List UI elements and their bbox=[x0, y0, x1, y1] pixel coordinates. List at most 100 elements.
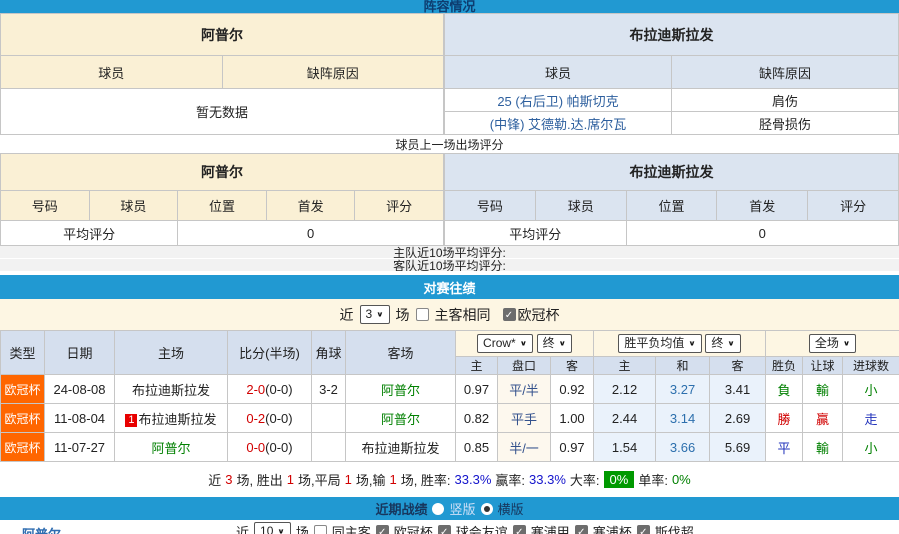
col-corner: 角球 bbox=[312, 331, 346, 375]
big-rate-badge: 0% bbox=[604, 471, 635, 488]
odds-company-select[interactable]: Crow* ∨ bbox=[477, 334, 533, 353]
summary-text: 场, 胜出 bbox=[237, 470, 283, 489]
summary-text: 单率: bbox=[638, 470, 668, 489]
handicap: 半/一 bbox=[498, 433, 551, 462]
match-date: 24-08-08 bbox=[45, 375, 115, 404]
scope-select[interactable]: 全场 ∨ bbox=[809, 334, 856, 353]
handicap: 平/半 bbox=[498, 375, 551, 404]
col-score: 比分(半场) bbox=[228, 331, 312, 375]
horizontal-label[interactable]: 横版 bbox=[498, 499, 524, 518]
rating-section-title: 球员上一场出场评分 bbox=[0, 135, 899, 153]
chevron-down-icon: ∨ bbox=[727, 338, 734, 350]
home-team[interactable]: 1布拉迪斯拉发 bbox=[115, 404, 228, 433]
col-number: 号码 bbox=[1, 191, 90, 221]
recent-section-title: 近期战绩 bbox=[375, 499, 427, 518]
odds-away: 1.00 bbox=[551, 404, 594, 433]
avg-draw: 3.27 bbox=[656, 375, 710, 404]
chevron-down-icon: ∨ bbox=[843, 338, 850, 350]
away-team-name: 布拉迪斯拉发 bbox=[445, 14, 899, 56]
avg-stage-select[interactable]: 终 ∨ bbox=[705, 334, 740, 353]
col-avg-draw: 和 bbox=[656, 357, 710, 375]
competition-label[interactable]: 塞浦杯 bbox=[593, 522, 632, 534]
lineup-away-table: 布拉迪斯拉发 球员 缺阵原因 25 (右后卫) 帕斯切克 肩伤 (中锋) 艾德勒… bbox=[444, 13, 899, 135]
corner-score bbox=[312, 404, 346, 433]
summary-text: 赢率: bbox=[495, 470, 525, 489]
same-venue-checkbox[interactable] bbox=[416, 308, 429, 321]
competition-label[interactable]: 斯伐超 bbox=[655, 522, 694, 534]
lineup-section-bar: 阵容情况 bbox=[0, 0, 899, 13]
result: 平 bbox=[766, 433, 803, 462]
same-venue-label[interactable]: 主客相同 bbox=[435, 305, 491, 325]
h2h-filter-row: 近 3 ∨ 场 主客相同 ✓ 欧冠杯 bbox=[0, 299, 899, 330]
competition-checkbox[interactable]: ✓ bbox=[438, 525, 451, 534]
competition-checkbox[interactable]: ✓ bbox=[503, 308, 516, 321]
avg-type-select[interactable]: 胜平负均值 ∨ bbox=[618, 334, 701, 353]
h2h-section-bar: 对赛往绩 bbox=[0, 275, 899, 299]
lineup-home-table: 阿普尔 球员 缺阵原因 暂无数据 bbox=[0, 13, 444, 135]
col-score: 评分 bbox=[808, 191, 899, 221]
competition-label[interactable]: 欧冠杯 bbox=[518, 305, 560, 325]
chevron-down-icon: ∨ bbox=[376, 309, 383, 321]
col-score: 评分 bbox=[355, 191, 444, 221]
match-count-select[interactable]: 3 ∨ bbox=[360, 305, 390, 324]
competition-checkbox[interactable]: ✓ bbox=[575, 525, 588, 534]
competition-checkbox[interactable]: ✓ bbox=[513, 525, 526, 534]
odds-stage-select[interactable]: 终 ∨ bbox=[537, 334, 572, 353]
away-team[interactable]: 布拉迪斯拉发 bbox=[346, 433, 456, 462]
lineup-section: 阿普尔 球员 缺阵原因 暂无数据 布拉迪斯拉发 球员 缺阵原因 25 (右后卫)… bbox=[0, 13, 899, 135]
corner-score bbox=[312, 433, 346, 462]
avg-score-label: 平均评分 bbox=[1, 221, 178, 246]
summary-text: 近 bbox=[208, 470, 221, 489]
col-handicap: 盘口 bbox=[498, 357, 551, 375]
summary-text: 大率: bbox=[570, 470, 600, 489]
scope-value: 全场 bbox=[815, 336, 839, 351]
chevron-down-icon: ∨ bbox=[520, 338, 527, 350]
avg-home: 2.12 bbox=[594, 375, 656, 404]
horizontal-radio[interactable] bbox=[481, 503, 493, 515]
result: 負 bbox=[766, 375, 803, 404]
avg-draw: 3.14 bbox=[656, 404, 710, 433]
match-score: 0-0(0-0) bbox=[228, 433, 312, 462]
h2h-table: 类型 日期 主场 比分(半场) 角球 客场 Crow* ∨ 终 ∨ 胜平负均值 … bbox=[0, 330, 899, 462]
single-rate: 0% bbox=[672, 472, 691, 487]
filter-matches-label: 场 bbox=[296, 522, 309, 534]
recent-count-select[interactable]: 10 ∨ bbox=[254, 522, 291, 534]
home-no-data: 暂无数据 bbox=[1, 89, 444, 135]
handicap-result: 輸 bbox=[803, 433, 843, 462]
competition-label[interactable]: 欧冠杯 bbox=[394, 522, 433, 534]
same-venue-label[interactable]: 同主客 bbox=[332, 522, 371, 534]
col-absence-reason: 缺阵原因 bbox=[672, 56, 899, 89]
col-starting: 首发 bbox=[266, 191, 355, 221]
avg-away: 2.69 bbox=[710, 404, 766, 433]
away-team[interactable]: 阿普尔 bbox=[346, 375, 456, 404]
col-type: 类型 bbox=[1, 331, 45, 375]
lineup-section-title: 阵容情况 bbox=[423, 0, 475, 13]
goals-result: 小 bbox=[843, 375, 899, 404]
chevron-down-icon: ∨ bbox=[688, 338, 695, 350]
away-absent-player[interactable]: (中锋) 艾德勒.达.席尔瓦 bbox=[445, 112, 672, 135]
col-starting: 首发 bbox=[717, 191, 808, 221]
match-date: 11-07-27 bbox=[45, 433, 115, 462]
match-type-badge: 欧冠杯 bbox=[1, 375, 45, 404]
avg-draw: 3.66 bbox=[656, 433, 710, 462]
vertical-label[interactable]: 竖版 bbox=[449, 499, 475, 518]
rating-section: 阿普尔 号码 球员 位置 首发 评分 平均评分 0 布拉迪斯拉发 号码 球员 位… bbox=[0, 153, 899, 246]
home-team-name: 阿普尔 bbox=[1, 14, 444, 56]
avg-score-value: 0 bbox=[178, 221, 444, 246]
handicap-result: 贏 bbox=[803, 404, 843, 433]
away-absent-player[interactable]: 25 (右后卫) 帕斯切克 bbox=[445, 89, 672, 112]
home-team[interactable]: 布拉迪斯拉发 bbox=[115, 375, 228, 404]
away-team[interactable]: 阿普尔 bbox=[346, 404, 456, 433]
vertical-radio[interactable] bbox=[432, 503, 444, 515]
competition-label[interactable]: 塞浦甲 bbox=[531, 522, 570, 534]
competition-checkbox[interactable]: ✓ bbox=[376, 525, 389, 534]
odds-home: 0.82 bbox=[456, 404, 498, 433]
h2h-row: 欧冠杯 24-08-08 布拉迪斯拉发 2-0(0-0) 3-2 阿普尔 0.9… bbox=[1, 375, 899, 404]
col-player: 球员 bbox=[1, 56, 223, 89]
same-venue-checkbox[interactable] bbox=[314, 525, 327, 534]
odds-away: 0.97 bbox=[551, 433, 594, 462]
home-team[interactable]: 阿普尔 bbox=[115, 433, 228, 462]
competition-checkbox[interactable]: ✓ bbox=[637, 525, 650, 534]
h2h-section-title: 对赛往绩 bbox=[423, 278, 475, 297]
competition-label[interactable]: 球会友谊 bbox=[456, 522, 508, 534]
